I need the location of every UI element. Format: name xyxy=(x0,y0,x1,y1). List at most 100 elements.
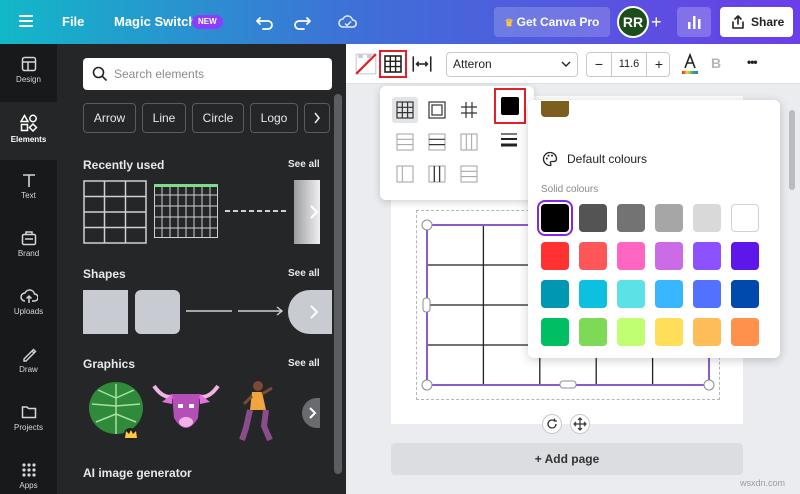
chip-line[interactable]: Line xyxy=(142,103,186,133)
colour-swatch[interactable] xyxy=(617,318,645,346)
bold-button[interactable]: B xyxy=(711,55,721,71)
brand-icon xyxy=(21,231,36,246)
rail-item-uploads[interactable]: Uploads xyxy=(0,276,57,334)
graphics-title: Graphics xyxy=(83,357,136,371)
top-bar: File Magic Switch NEW ♛ Get Canva Pro RR … xyxy=(0,0,800,44)
colour-swatch[interactable] xyxy=(617,280,645,308)
see-all-shapes[interactable]: See all xyxy=(288,268,320,279)
rail-item-design[interactable]: Design xyxy=(0,44,57,102)
recent-next-button[interactable] xyxy=(302,192,328,232)
font-size-decrease[interactable]: − xyxy=(587,53,611,76)
border-weight-icon[interactable] xyxy=(500,132,518,148)
chevron-down-icon xyxy=(561,61,571,67)
shapes-next-button[interactable] xyxy=(302,292,328,332)
rail-label: Brand xyxy=(17,249,40,258)
bull-head-graphic[interactable] xyxy=(150,378,222,440)
colour-swatch[interactable] xyxy=(655,280,683,308)
rail-label: Uploads xyxy=(13,307,44,316)
colour-swatch[interactable] xyxy=(693,204,721,232)
rotate-button[interactable] xyxy=(542,414,562,434)
colour-swatch[interactable] xyxy=(731,318,759,346)
colour-swatch[interactable] xyxy=(579,280,607,308)
chips-next-button[interactable] xyxy=(304,103,330,133)
colour-swatch[interactable] xyxy=(617,242,645,270)
default-colours-header: Default colours xyxy=(567,152,648,166)
design-icon xyxy=(21,56,36,72)
colour-swatch[interactable] xyxy=(731,204,759,232)
palette-icon xyxy=(542,151,558,167)
add-page-button[interactable]: + Add page xyxy=(391,443,743,475)
panel-scrollbar[interactable] xyxy=(334,94,342,490)
border-colour-button[interactable] xyxy=(494,88,526,124)
colour-swatch[interactable] xyxy=(579,204,607,232)
colour-swatch[interactable] xyxy=(655,318,683,346)
shape-rounded-square-thumb[interactable] xyxy=(135,290,180,334)
panel-scroll-thumb[interactable] xyxy=(334,94,342,474)
redo-icon[interactable] xyxy=(291,11,313,33)
graphics-next-button[interactable] xyxy=(302,398,320,428)
text-colour-icon[interactable] xyxy=(678,52,702,76)
colour-swatch[interactable] xyxy=(693,318,721,346)
chip-circle[interactable]: Circle xyxy=(192,103,244,133)
avatar[interactable]: RR xyxy=(617,6,649,38)
woman-figure-graphic[interactable] xyxy=(232,378,278,444)
chip-arrow[interactable]: Arrow xyxy=(83,103,136,133)
magic-switch-menu[interactable]: Magic Switch xyxy=(114,0,196,44)
font-size-value[interactable]: 11.6 xyxy=(611,53,647,76)
uploads-icon xyxy=(19,289,38,303)
rail-item-draw[interactable]: Draw xyxy=(0,334,57,392)
colour-swatch[interactable] xyxy=(579,318,607,346)
rail-item-apps[interactable]: Apps xyxy=(0,450,57,494)
get-canva-pro-button[interactable]: ♛ Get Canva Pro xyxy=(494,7,610,37)
document-colour-swatch[interactable] xyxy=(541,101,569,117)
colour-swatch[interactable] xyxy=(617,204,645,232)
insights-button[interactable] xyxy=(677,7,711,37)
add-collaborator-icon[interactable]: + xyxy=(651,10,662,34)
see-all-graphics[interactable]: See all xyxy=(288,358,320,369)
recent-grid-table-thumb[interactable] xyxy=(154,184,218,238)
shape-square-thumb[interactable] xyxy=(83,290,128,334)
search-input[interactable] xyxy=(114,58,324,90)
menu-icon[interactable] xyxy=(19,15,33,27)
move-button[interactable] xyxy=(570,414,590,434)
colour-swatch[interactable] xyxy=(655,204,683,232)
colour-swatch[interactable] xyxy=(655,242,683,270)
table-border-button[interactable] xyxy=(379,50,407,78)
undo-icon[interactable] xyxy=(254,11,276,33)
colour-swatch[interactable] xyxy=(731,242,759,270)
file-menu[interactable]: File xyxy=(62,0,84,44)
cell-colour-none-icon[interactable] xyxy=(354,52,378,76)
more-options-button[interactable]: ••• xyxy=(747,55,758,69)
font-family-dropdown[interactable]: Atteron xyxy=(446,52,578,77)
chip-logo[interactable]: Logo xyxy=(250,103,298,133)
colour-swatch[interactable] xyxy=(693,280,721,308)
cloud-sync-icon[interactable] xyxy=(337,11,359,33)
canvas-scrollbar[interactable] xyxy=(789,110,795,190)
rail-item-elements[interactable]: Elements xyxy=(0,102,57,160)
rail-item-projects[interactable]: Projects xyxy=(0,392,57,450)
rail-item-brand[interactable]: Brand xyxy=(0,218,57,276)
colour-swatch[interactable] xyxy=(579,242,607,270)
share-button[interactable]: Share xyxy=(720,7,793,37)
colour-swatch[interactable] xyxy=(541,242,569,270)
colour-swatch[interactable] xyxy=(541,204,569,232)
font-size-increase[interactable]: + xyxy=(647,53,671,76)
colour-swatch[interactable] xyxy=(541,318,569,346)
colour-swatch[interactable] xyxy=(541,280,569,308)
recently-used-title: Recently used xyxy=(83,158,165,172)
rail-item-text[interactable]: Text xyxy=(0,160,57,218)
shape-arrow-thumb[interactable] xyxy=(238,305,284,317)
shape-line-thumb[interactable] xyxy=(186,308,232,314)
colour-swatch[interactable] xyxy=(693,242,721,270)
recent-table-thumb[interactable] xyxy=(83,180,147,244)
new-badge: NEW xyxy=(192,15,223,29)
colour-swatch[interactable] xyxy=(731,280,759,308)
see-all-recent[interactable]: See all xyxy=(288,159,320,170)
rail-label: Projects xyxy=(14,423,43,432)
share-label: Share xyxy=(751,15,785,29)
recent-dashed-line-thumb[interactable] xyxy=(225,208,287,214)
shapes-title: Shapes xyxy=(83,267,126,281)
spacing-icon[interactable] xyxy=(410,52,434,76)
rail-label: Apps xyxy=(19,481,38,490)
search-box[interactable] xyxy=(83,58,332,90)
